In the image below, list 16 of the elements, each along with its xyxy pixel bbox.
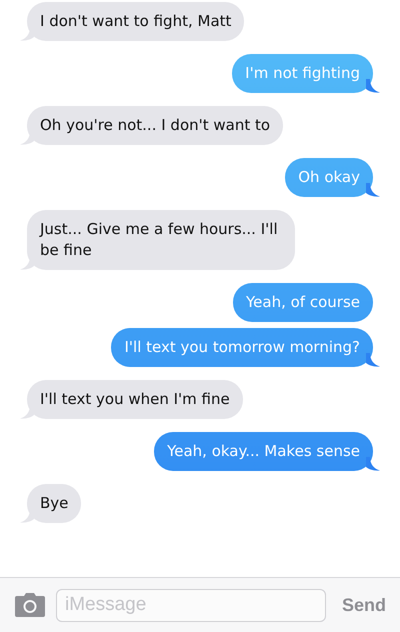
message-bubble: Oh you're not... I don't want to	[27, 106, 284, 145]
bubble-tail-icon	[366, 183, 380, 197]
message-bubble: Yeah, of course	[232, 283, 373, 322]
message-bubble: Just... Give me a few hours... I'll be fine	[27, 210, 295, 270]
message-bubble: I'm not fighting	[232, 54, 373, 93]
message-bubble: Yeah, okay... Makes sense	[154, 432, 373, 471]
bubble-tail-icon	[366, 79, 380, 93]
bubble-tail-icon	[366, 457, 380, 471]
message-bubble: I don't want to fight, Matt	[27, 2, 244, 41]
camera-icon[interactable]	[15, 593, 45, 617]
message-bubble: I'll text you when I'm fine	[27, 380, 243, 419]
message-bubble: I'll text you tomorrow morning?	[111, 328, 373, 367]
message-bubble: Bye	[27, 484, 82, 523]
message-bubble: Oh okay	[285, 158, 373, 197]
send-button[interactable]: Send	[342, 592, 386, 618]
bubble-tail-icon	[366, 353, 380, 367]
